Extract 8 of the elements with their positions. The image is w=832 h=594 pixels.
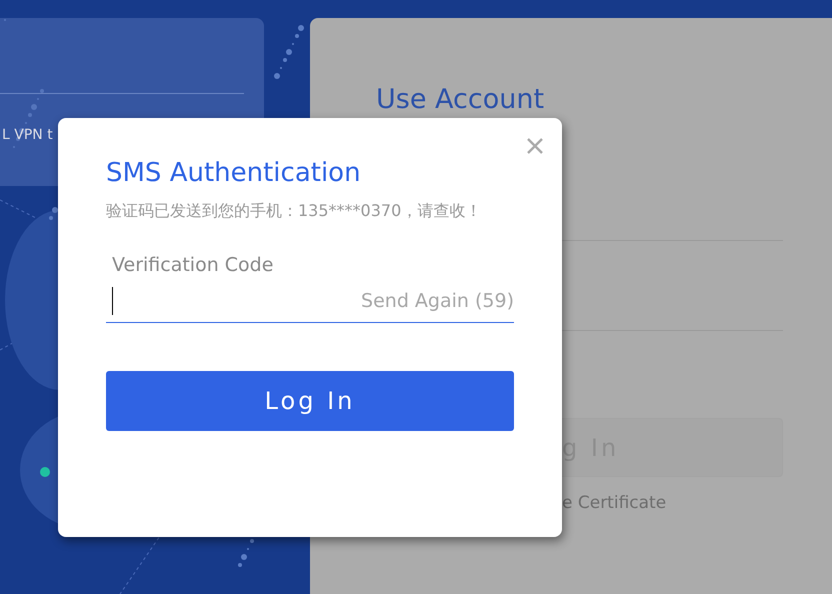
certificate-link[interactable]: e Certificate — [562, 493, 666, 513]
field-label: Verification Code — [111, 254, 274, 276]
close-icon[interactable] — [526, 137, 544, 155]
dialog-title: SMS Authentication — [106, 158, 362, 188]
card-text: L VPN t — [1, 127, 53, 143]
dialog-message: 验证码已发送到您的手机：135****0370，请查收！ — [106, 200, 482, 222]
panel-title: Use Account — [376, 84, 546, 116]
login-button[interactable]: Log In — [106, 371, 514, 431]
